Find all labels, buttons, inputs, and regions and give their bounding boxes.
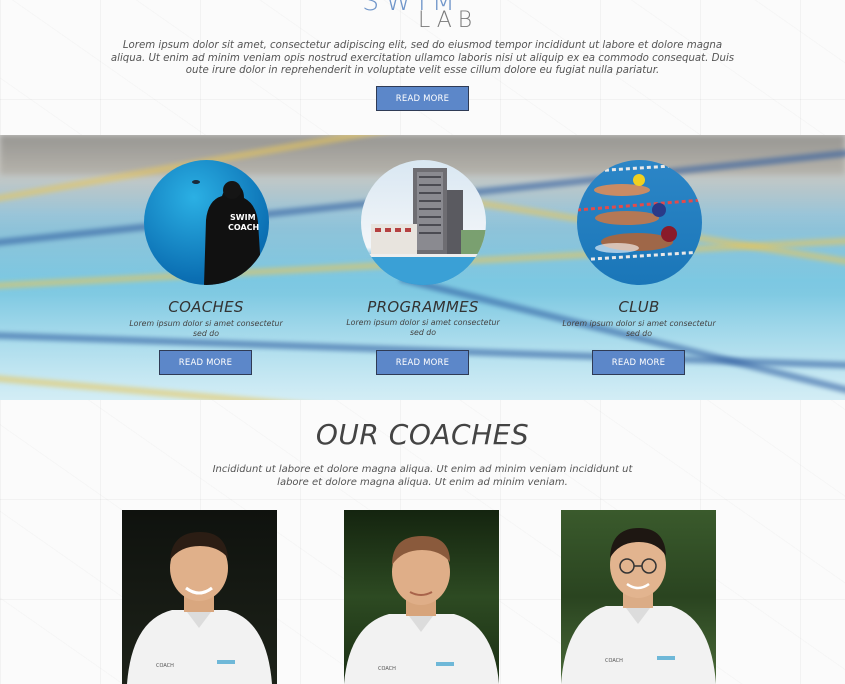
coach-photo-3[interactable]: COACH: [561, 510, 716, 684]
coach-portrait: COACH: [344, 536, 499, 684]
coaches-read-more-button[interactable]: READ MORE: [159, 350, 252, 375]
svg-text:COACH: COACH: [378, 666, 396, 672]
coach-portrait: COACH: [561, 528, 716, 684]
building-illustration: [361, 168, 486, 285]
feature-title-coaches: COACHES: [168, 298, 244, 316]
feature-title-club: CLUB: [618, 298, 660, 316]
coaches-heading: OUR COACHES: [315, 418, 530, 451]
shirt-label: COACH: [156, 663, 174, 669]
coaches-paragraph: Incididunt ut labore et dolore magna ali…: [212, 464, 633, 488]
intro-read-more-button[interactable]: READ MORE: [376, 86, 469, 111]
feature-text-programmes: Lorem ipsum dolor si amet consectetur se…: [346, 318, 500, 337]
logo-lab-text[interactable]: LAB: [418, 8, 478, 33]
coach-portrait: COACH: [127, 532, 272, 684]
svg-text:COACH: COACH: [605, 658, 623, 664]
swimmers-illustration: [577, 162, 702, 262]
coaches-image[interactable]: SWIM COACH: [144, 160, 269, 285]
programmes-read-more-button[interactable]: READ MORE: [376, 350, 469, 375]
intro-paragraph: Lorem ipsum dolor sit amet, consectetur …: [110, 40, 735, 76]
club-read-more-button[interactable]: READ MORE: [592, 350, 685, 375]
club-image[interactable]: [577, 160, 702, 285]
coach-photo-1[interactable]: COACH: [122, 510, 277, 684]
feature-text-coaches: Lorem ipsum dolor si amet consectetur se…: [129, 319, 283, 338]
feature-title-programmes: PROGRAMMES: [367, 298, 479, 316]
svg-text:COACH: COACH: [228, 223, 259, 232]
swim-coach-illustration: SWIM COACH: [192, 180, 262, 285]
intro-section: SWIM LAB Lorem ipsum dolor sit amet, con…: [0, 0, 845, 135]
feature-text-club: Lorem ipsum dolor si amet consectetur se…: [562, 319, 716, 338]
programmes-image[interactable]: [361, 160, 486, 285]
coach-photo-2[interactable]: COACH: [344, 510, 499, 684]
svg-text:SWIM: SWIM: [230, 213, 256, 222]
